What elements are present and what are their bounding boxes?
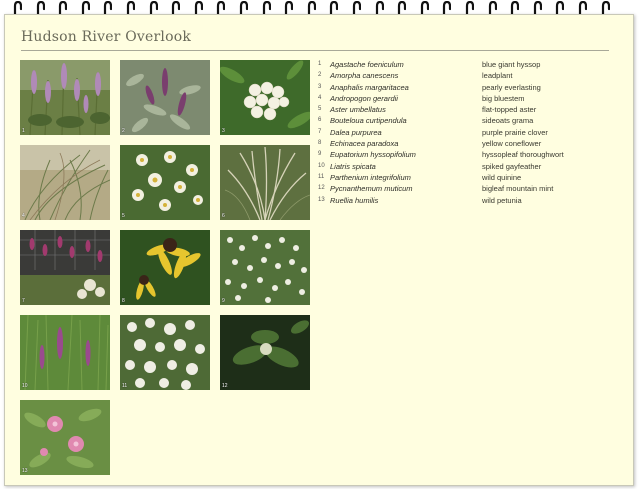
plant-scientific-name: Liatris spicata	[330, 161, 376, 171]
plant-common-name: blue giant hyssop	[482, 60, 541, 69]
plant-scientific-name: Pycnanthemum muticum	[330, 184, 413, 194]
photo-number: 13	[22, 468, 28, 474]
plant-number: 4	[318, 94, 322, 101]
photo-number: 12	[222, 383, 228, 389]
list-item: 5 Aster umbellatus flat-topped aster	[318, 104, 608, 115]
photo-number: 4	[22, 213, 25, 219]
plant-common-name: flat-topped aster	[482, 105, 537, 115]
list-item: 9 Eupatorium hyssopifolium hyssopleaf thor…	[318, 149, 608, 160]
plant-common-name: leadplant	[482, 71, 513, 81]
list-item: 13 Ruellia humilis wild petunia	[318, 195, 608, 206]
plant-scientific-name: Bouteloua curtipendula	[330, 116, 407, 126]
plant-photo[interactable]: 3	[220, 60, 310, 135]
list-item: 2 Amorpha canescens leadplant	[318, 70, 608, 81]
plant-photo[interactable]: 10	[20, 315, 110, 390]
page-title: Hudson River Overlook	[21, 29, 192, 45]
list-item: 12 Pycnanthemum muticum bigleaf mountain m…	[318, 183, 608, 194]
plant-common-name: sideoats grama	[482, 116, 534, 126]
list-item: 11 Parthenium integrifolium wild quinine	[318, 172, 608, 183]
plant-scientific-name: Agastache foeniculum	[330, 60, 404, 69]
plant-photo[interactable]: 13	[20, 400, 110, 475]
plant-photo[interactable]: 6	[220, 145, 310, 220]
plant-photo[interactable]: 4	[20, 145, 110, 220]
plant-scientific-name: Eupatorium hyssopifolium	[330, 150, 416, 160]
plant-scientific-name: Amorpha canescens	[330, 71, 399, 81]
plant-photo[interactable]: 1	[20, 60, 110, 135]
plant-common-name: purple prairie clover	[482, 127, 548, 137]
plant-scientific-name: Dalea purpurea	[330, 127, 382, 137]
plant-common-name: yellow coneflower	[482, 139, 542, 149]
plant-photo[interactable]: 12	[220, 315, 310, 390]
plant-common-name: big bluestem	[482, 93, 525, 103]
notebook-page: Hudson River Overlook 1 2 3 4 5 6 7 8 9 …	[4, 14, 634, 486]
list-item: 10 Liatris spicata spiked gayfeather	[318, 161, 608, 172]
plant-common-name: spiked gayfeather	[482, 161, 542, 171]
title-divider	[21, 50, 609, 51]
plant-scientific-name: Aster umbellatus	[330, 105, 386, 115]
plant-photo[interactable]: 8	[120, 230, 210, 305]
plant-scientific-name: Ruellia humilis	[330, 195, 379, 205]
plant-number: 13	[318, 196, 325, 203]
plant-common-name: pearly everlasting	[482, 82, 541, 92]
list-item: 7 Dalea purpurea purple prairie clover	[318, 127, 608, 138]
photo-number: 11	[122, 383, 128, 389]
list-item: 1 Agastache foeniculum blue giant hyssop	[318, 59, 608, 70]
plant-list: 1 Agastache foeniculum blue giant hyssop 2…	[318, 59, 608, 206]
plant-number: 12	[318, 185, 325, 192]
plant-common-name: bigleaf mountain mint	[482, 184, 554, 194]
plant-scientific-name: Echinacea paradoxa	[330, 139, 399, 149]
photo-number: 3	[222, 128, 225, 134]
photo-number: 6	[222, 213, 225, 219]
plant-scientific-name: Parthenium integrifolium	[330, 172, 411, 182]
list-item: 8 Echinacea paradoxa yellow coneflower	[318, 138, 608, 149]
list-item: 6 Bouteloua curtipendula sideoats grama	[318, 115, 608, 126]
plant-number: 6	[318, 117, 322, 124]
photo-number: 5	[122, 213, 125, 219]
plant-scientific-name: Anaphalis margaritacea	[330, 82, 409, 92]
plant-photo[interactable]: 9	[220, 230, 310, 305]
plant-number: 10	[318, 162, 325, 169]
plant-common-name: wild petunia	[482, 195, 522, 205]
plant-scientific-name: Andropogon gerardii	[330, 93, 398, 103]
plant-common-name: wild quinine	[482, 172, 522, 182]
plant-number: 1	[318, 61, 322, 67]
plant-number: 11	[318, 173, 325, 180]
plant-photo[interactable]: 2	[120, 60, 210, 135]
list-item: 4 Andropogon gerardii big bluestem	[318, 93, 608, 104]
photo-number: 2	[122, 128, 125, 134]
plant-photo[interactable]: 7	[20, 230, 110, 305]
plant-number: 2	[318, 72, 322, 79]
plant-number: 3	[318, 83, 322, 90]
plant-common-name: hyssopleaf thoroughwort	[482, 150, 564, 160]
plant-number: 8	[318, 140, 322, 147]
list-item: 3 Anaphalis margaritacea pearly everlastin…	[318, 82, 608, 93]
plant-photo[interactable]: 11	[120, 315, 210, 390]
photo-number: 7	[22, 298, 25, 304]
photo-number: 10	[22, 383, 28, 389]
plant-number: 5	[318, 106, 322, 113]
photo-number: 1	[22, 128, 25, 134]
plant-number: 9	[318, 151, 322, 158]
photo-number: 9	[222, 298, 225, 304]
plant-number: 7	[318, 128, 322, 135]
plant-photo[interactable]: 5	[120, 145, 210, 220]
photo-number: 8	[122, 298, 125, 304]
